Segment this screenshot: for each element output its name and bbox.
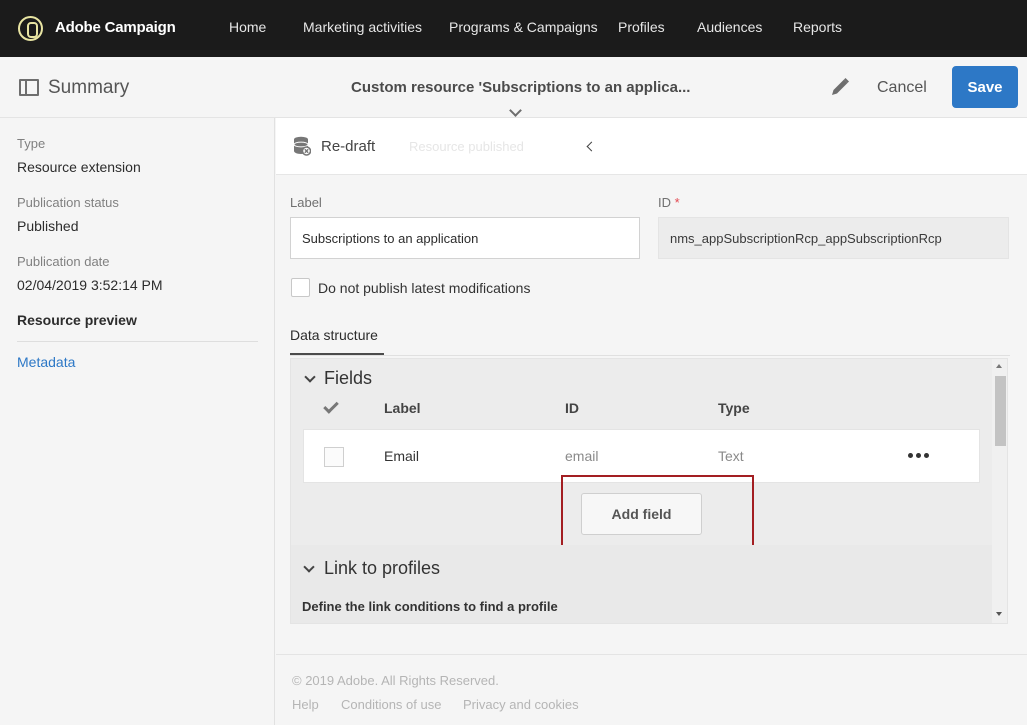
column-header-type[interactable]: Type <box>718 400 750 416</box>
publication-date-label: Publication date <box>17 254 110 269</box>
scroll-down-arrow-icon[interactable] <box>996 612 1002 616</box>
database-icon[interactable] <box>293 136 311 156</box>
metadata-link[interactable]: Metadata <box>17 354 75 370</box>
checkmark-icon[interactable] <box>323 398 339 414</box>
main-content: Re-draft Resource published Label Subscr… <box>276 118 1027 725</box>
do-not-publish-checkbox[interactable] <box>291 278 310 297</box>
chevron-down-icon[interactable] <box>509 104 522 117</box>
row-checkbox[interactable] <box>324 447 344 467</box>
highlight-box <box>561 475 754 552</box>
row-label-cell: Email <box>384 448 420 464</box>
action-bar: Re-draft Resource published <box>276 118 1027 175</box>
summary-title[interactable]: Summary <box>48 77 129 99</box>
id-input: nms_appSubscriptionRcp_appSubscriptionRc… <box>658 217 1009 259</box>
scroll-thumb[interactable] <box>995 376 1006 446</box>
link-to-profiles-section: Link to profiles Define the link conditi… <box>291 545 994 623</box>
brand-name[interactable]: Adobe Campaign <box>55 19 176 36</box>
nav-item-profiles[interactable]: Profiles <box>618 19 665 35</box>
redraft-button[interactable]: Re-draft <box>321 138 375 155</box>
link-section-title[interactable]: Link to profiles <box>324 558 440 579</box>
summary-panel-icon[interactable] <box>19 79 39 96</box>
tab-underline <box>290 355 1010 356</box>
vertical-scrollbar[interactable] <box>992 359 1007 623</box>
adobe-campaign-logo-icon[interactable] <box>18 16 43 41</box>
label-input[interactable]: Subscriptions to an application <box>290 217 640 259</box>
publication-date-value: 02/04/2019 3:52:14 PM <box>17 277 163 293</box>
type-label: Type <box>17 136 46 151</box>
nav-item-home[interactable]: Home <box>229 19 266 35</box>
save-button[interactable]: Save <box>952 66 1018 108</box>
nav-item-audiences[interactable]: Audiences <box>697 19 762 35</box>
top-navigation-bar: Adobe Campaign Home Marketing activities… <box>0 0 1027 57</box>
column-header-label[interactable]: Label <box>384 400 421 416</box>
summary-sidebar: Type Resource extension Publication stat… <box>0 118 275 725</box>
chevron-down-icon[interactable] <box>303 561 315 573</box>
column-header-id[interactable]: ID <box>565 400 579 416</box>
chevron-left-icon[interactable] <box>586 141 597 152</box>
copyright-text: © 2019 Adobe. All Rights Reserved. <box>292 673 499 688</box>
id-field-label-text: ID <box>658 195 671 210</box>
data-structure-panel: Fields Label ID Type Email email Text Ad… <box>290 358 1008 624</box>
footer-link-privacy[interactable]: Privacy and cookies <box>463 697 579 712</box>
do-not-publish-label[interactable]: Do not publish latest modifications <box>318 280 530 296</box>
page-header: Summary Custom resource 'Subscriptions t… <box>0 57 1027 118</box>
nav-item-reports[interactable]: Reports <box>793 19 842 35</box>
required-marker: * <box>674 195 680 210</box>
publication-status-value: Published <box>17 218 79 234</box>
document-title: Custom resource 'Subscriptions to an app… <box>351 79 691 96</box>
chevron-down-icon[interactable] <box>304 371 316 383</box>
nav-item-marketing-activities[interactable]: Marketing activities <box>303 19 422 35</box>
footer-link-help[interactable]: Help <box>292 697 319 712</box>
cancel-button[interactable]: Cancel <box>877 79 927 97</box>
type-value: Resource extension <box>17 159 141 175</box>
footer-link-conditions[interactable]: Conditions of use <box>341 697 441 712</box>
label-field-label: Label <box>290 195 322 210</box>
id-field-label: ID * <box>658 195 680 210</box>
footer-divider <box>276 654 1027 655</box>
faded-status-text: Resource published <box>409 139 524 154</box>
resource-preview-heading: Resource preview <box>17 312 137 328</box>
row-type-cell: Text <box>718 448 744 464</box>
link-section-description: Define the link conditions to find a pro… <box>302 599 558 614</box>
tab-data-structure[interactable]: Data structure <box>290 327 384 355</box>
pencil-icon[interactable] <box>829 76 851 98</box>
nav-item-programs-campaigns[interactable]: Programs & Campaigns <box>449 19 598 35</box>
scroll-up-arrow-icon[interactable] <box>996 364 1002 368</box>
more-options-icon[interactable] <box>908 453 930 458</box>
sidebar-divider <box>17 341 258 342</box>
fields-section-title[interactable]: Fields <box>324 368 372 389</box>
row-id-cell: email <box>565 448 599 464</box>
publication-status-label: Publication status <box>17 195 119 210</box>
